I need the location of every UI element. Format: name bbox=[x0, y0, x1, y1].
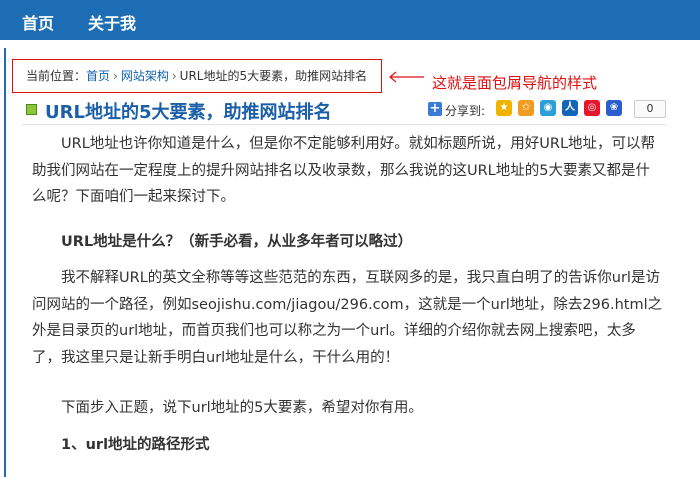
article-title: URL地址的5大要素，助推网站排名 bbox=[45, 102, 332, 123]
section-heading: 1、url地址的路径形式 bbox=[61, 437, 210, 453]
breadcrumb-category-link[interactable]: 网站架构 bbox=[121, 69, 169, 83]
annotation-arrow-icon bbox=[389, 71, 424, 83]
breadcrumb-current: URL地址的5大要素，助推网站排名 bbox=[179, 69, 368, 83]
tencent-weibo-icon[interactable]: ◉ bbox=[540, 100, 556, 116]
qzone-icon[interactable]: ★ bbox=[496, 100, 512, 116]
breadcrumb: 当前位置：首页 › 网站架构 › URL地址的5大要素，助推网站排名 bbox=[12, 59, 382, 93]
nav-home-link[interactable]: 首页 bbox=[22, 10, 54, 34]
breadcrumb-home-link[interactable]: 首页 bbox=[86, 69, 110, 83]
top-navigation: 首页 关于我 bbox=[0, 0, 700, 40]
renren-icon[interactable]: 人 bbox=[562, 100, 578, 116]
share-plus-icon[interactable]: + bbox=[428, 102, 442, 116]
breadcrumb-prefix: 当前位置： bbox=[26, 69, 87, 83]
star-icon[interactable]: ✩ bbox=[518, 100, 534, 116]
title-divider bbox=[22, 124, 667, 125]
paragraph: 我不解释URL的英文全称等等这些范范的东西，互联网多的是，我只直白明了的告诉你u… bbox=[32, 270, 663, 366]
breadcrumb-separator: › bbox=[171, 69, 177, 83]
nav-about-link[interactable]: 关于我 bbox=[88, 10, 136, 34]
paragraph: URL地址也许你知道是什么，但是你不定能够利用好。就如标题所说，用好URL地址，… bbox=[32, 136, 656, 205]
section-heading: URL地址是什么？（新手必看，从业多年者可以略过） bbox=[61, 234, 413, 250]
share-count: 0 bbox=[634, 100, 666, 118]
share-label: 分享到: bbox=[445, 104, 486, 118]
baidu-icon[interactable]: ❀ bbox=[606, 100, 622, 116]
breadcrumb-separator: › bbox=[113, 69, 118, 83]
paragraph: 下面步入正题，说下url地址的5大要素，希望对你有用。 bbox=[61, 400, 423, 416]
article-header: URL地址的5大要素，助推网站排名 + 分享到: ★ ✩ ◉ 人 ◎ ❀ 0 bbox=[0, 96, 700, 126]
sina-weibo-icon[interactable]: ◎ bbox=[584, 100, 600, 116]
annotation-text: 这就是面包屑导航的样式 bbox=[432, 74, 598, 92]
green-square-icon bbox=[26, 104, 37, 115]
